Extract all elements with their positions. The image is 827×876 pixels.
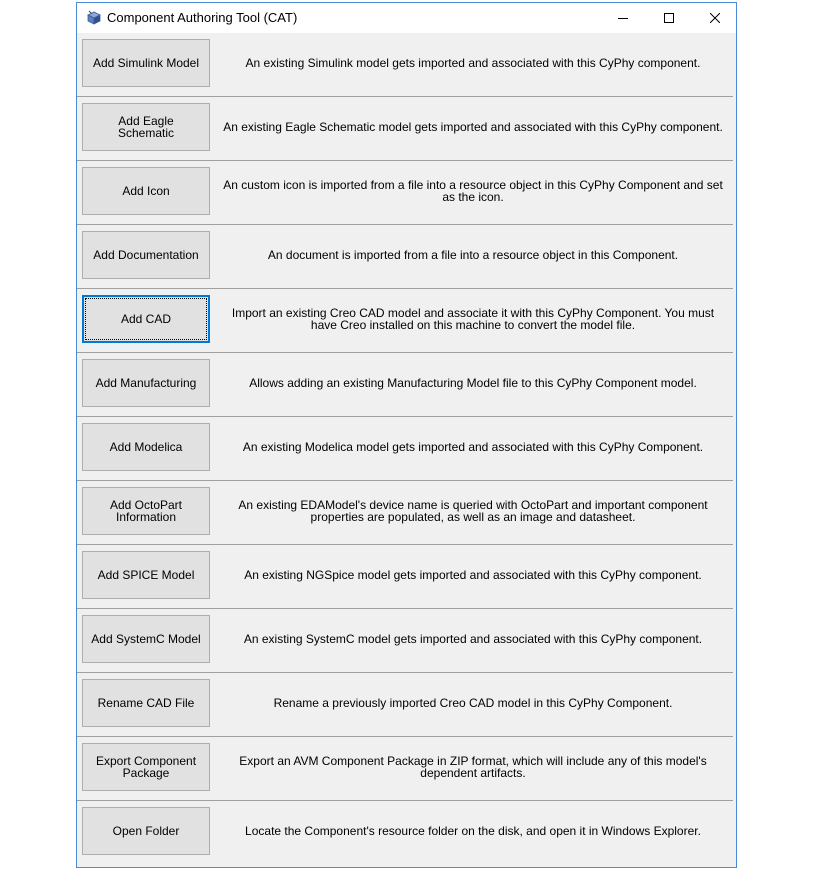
add-cad-button[interactable]: Add CAD	[82, 295, 210, 343]
action-description: Rename a previously imported Creo CAD mo…	[273, 696, 673, 710]
add-octopart-information-button[interactable]: Add OctoPart Information	[82, 487, 210, 535]
action-description: Locate the Component's resource folder o…	[245, 824, 701, 838]
action-description: Allows adding an existing Manufacturing …	[249, 376, 697, 390]
action-description: An document is imported from a file into…	[267, 248, 679, 262]
add-spice-model-button[interactable]: Add SPICE Model	[82, 551, 210, 599]
action-row: Export Component Package Export an AVM C…	[77, 737, 733, 801]
action-description: An existing NGSpice model gets imported …	[244, 568, 702, 582]
add-documentation-button[interactable]: Add Documentation	[82, 231, 210, 279]
add-modelica-button[interactable]: Add Modelica	[82, 423, 210, 471]
action-description: An existing EDAModel's device name is qu…	[238, 498, 708, 524]
action-description: Export an AVM Component Package in ZIP f…	[239, 754, 707, 780]
add-eagle-schematic-button[interactable]: Add Eagle Schematic	[82, 103, 210, 151]
open-folder-button[interactable]: Open Folder	[82, 807, 210, 855]
maximize-button[interactable]	[646, 3, 692, 33]
action-list: Add Simulink Model An existing Simulink …	[77, 33, 734, 867]
action-row: Add SystemC Model An existing SystemC mo…	[77, 609, 733, 673]
export-component-package-button[interactable]: Export Component Package	[82, 743, 210, 791]
cat-window: Component Authoring Tool (CAT) Add Simul…	[76, 2, 737, 868]
action-row: Add Modelica An existing Modelica model …	[77, 417, 733, 481]
action-row: Add Simulink Model An existing Simulink …	[77, 33, 733, 97]
action-row: Add Eagle Schematic An existing Eagle Sc…	[77, 97, 733, 161]
title-bar[interactable]: Component Authoring Tool (CAT)	[77, 3, 736, 33]
add-simulink-model-button[interactable]: Add Simulink Model	[82, 39, 210, 87]
action-row: Add SPICE Model An existing NGSpice mode…	[77, 545, 733, 609]
rename-cad-file-button[interactable]: Rename CAD File	[82, 679, 210, 727]
add-manufacturing-button[interactable]: Add Manufacturing	[82, 359, 210, 407]
minimize-button[interactable]	[600, 3, 646, 33]
action-row: Add CAD Import an existing Creo CAD mode…	[77, 289, 733, 353]
action-row: Add Manufacturing Allows adding an exist…	[77, 353, 733, 417]
action-row: Add OctoPart Information An existing EDA…	[77, 481, 733, 545]
action-description: An existing Modelica model gets imported…	[242, 440, 704, 454]
close-icon	[710, 13, 720, 23]
action-description: An existing SystemC model gets imported …	[243, 632, 703, 646]
add-systemc-model-button[interactable]: Add SystemC Model	[82, 615, 210, 663]
app-icon	[86, 10, 102, 26]
close-button[interactable]	[692, 3, 738, 33]
action-description: An custom icon is imported from a file i…	[223, 178, 723, 204]
action-row: Rename CAD File Rename a previously impo…	[77, 673, 733, 737]
action-description: An existing Eagle Schematic model gets i…	[223, 120, 723, 134]
action-row: Add Icon An custom icon is imported from…	[77, 161, 733, 225]
action-row: Add Documentation An document is importe…	[77, 225, 733, 289]
maximize-icon	[664, 13, 674, 23]
minimize-icon	[618, 18, 628, 19]
action-row: Open Folder Locate the Component's resou…	[77, 801, 733, 863]
action-description: An existing Simulink model gets imported…	[245, 56, 701, 70]
window-title: Component Authoring Tool (CAT)	[107, 10, 298, 25]
add-icon-button[interactable]: Add Icon	[82, 167, 210, 215]
action-description: Import an existing Creo CAD model and as…	[231, 306, 715, 332]
